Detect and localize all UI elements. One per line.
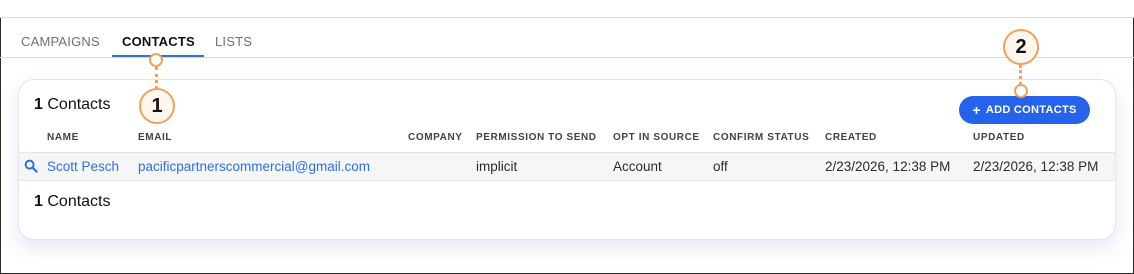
callout-2-badge: 2 bbox=[1003, 29, 1039, 65]
add-contacts-label: ADD CONTACTS bbox=[985, 104, 1077, 116]
contact-permission: implicit bbox=[476, 159, 518, 174]
column-header-created[interactable]: CREATED bbox=[825, 132, 877, 143]
contacts-count-number: 1 bbox=[34, 96, 43, 113]
contacts-count-bottom: 1 Contacts bbox=[34, 193, 111, 211]
callout-1-anchor-dot bbox=[149, 53, 163, 67]
tab-campaigns[interactable]: CAMPAIGNS bbox=[21, 34, 100, 49]
contact-opt-in-source: Account bbox=[613, 159, 662, 174]
column-header-permission[interactable]: PERMISSION TO SEND bbox=[476, 132, 597, 143]
column-header-confirm-status[interactable]: CONFIRM STATUS bbox=[713, 132, 809, 143]
contact-created: 2/23/2026, 12:38 PM bbox=[825, 159, 951, 174]
callout-1-connector bbox=[155, 67, 158, 89]
add-contacts-button[interactable]: + ADD CONTACTS bbox=[959, 96, 1090, 124]
contact-confirm-status: off bbox=[713, 159, 728, 174]
top-bar bbox=[0, 0, 1134, 18]
contacts-count-label: Contacts bbox=[47, 96, 111, 113]
contact-updated: 2/23/2026, 12:38 PM bbox=[973, 159, 1099, 174]
column-header-email[interactable]: EMAIL bbox=[138, 132, 172, 143]
tab-lists[interactable]: LISTS bbox=[215, 34, 252, 49]
callout-2-connector bbox=[1019, 65, 1022, 85]
search-icon[interactable] bbox=[24, 159, 38, 173]
column-header-name[interactable]: NAME bbox=[47, 132, 79, 143]
column-header-opt-in-source[interactable]: OPT IN SOURCE bbox=[613, 132, 700, 143]
plus-icon: + bbox=[972, 102, 981, 118]
contact-name-link[interactable]: Scott Pesch bbox=[47, 159, 119, 174]
contacts-count-number-bottom: 1 bbox=[34, 193, 43, 210]
callout-2-anchor-dot bbox=[1014, 84, 1028, 98]
column-header-updated[interactable]: UPDATED bbox=[973, 132, 1025, 143]
contacts-count-top: 1 Contacts bbox=[34, 96, 111, 114]
contacts-count-label-bottom: Contacts bbox=[47, 193, 111, 210]
column-header-company[interactable]: COMPANY bbox=[408, 132, 463, 143]
callout-1-badge: 1 bbox=[139, 88, 175, 124]
contact-email-link[interactable]: pacificpartnerscommercial@gmail.com bbox=[138, 159, 370, 174]
tab-bar: CAMPAIGNS CONTACTS LISTS bbox=[0, 18, 1134, 58]
tab-contacts[interactable]: CONTACTS bbox=[122, 34, 195, 49]
